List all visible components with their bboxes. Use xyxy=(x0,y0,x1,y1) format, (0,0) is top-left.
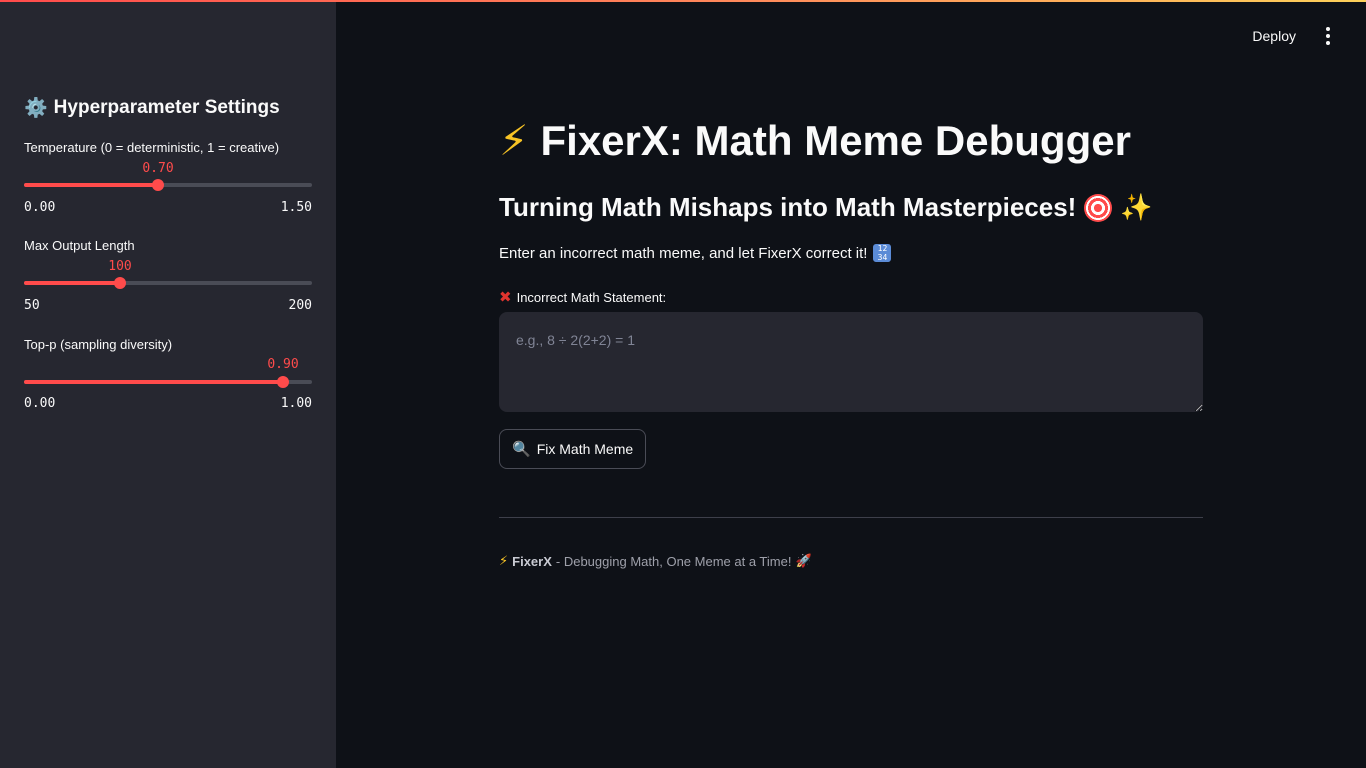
sparkles-icon: ✨ xyxy=(1120,192,1153,222)
sidebar-title: ⚙️ Hyperparameter Settings xyxy=(24,96,280,120)
page-title: ⚡ FixerX: Math Meme Debugger xyxy=(499,116,1131,165)
top-p-slider: Top-p (sampling diversity) 0.90 0.00 1.0… xyxy=(24,337,312,415)
fix-math-meme-button[interactable]: 🔍 Fix Math Meme xyxy=(499,429,647,469)
slider-value: 0.70 xyxy=(142,161,174,176)
footer-text: - Debugging Math, One Meme at a Time! xyxy=(555,553,792,569)
slider-thumb[interactable] xyxy=(277,376,289,388)
slider-min: 0.00 xyxy=(24,200,56,215)
slider-min: 0.00 xyxy=(24,396,56,411)
slider-value: 0.90 xyxy=(267,357,299,372)
deploy-button[interactable]: Deploy xyxy=(1252,24,1296,48)
fix-button-label: Fix Math Meme xyxy=(536,441,634,457)
intro-text: Enter an incorrect math meme, and let Fi… xyxy=(499,244,892,262)
lightning-icon: ⚡ xyxy=(499,117,529,164)
page-subtitle: Turning Math Mishaps into Math Masterpie… xyxy=(499,192,1153,223)
footer-brand: FixerX xyxy=(512,553,552,569)
slider-track[interactable] xyxy=(24,376,312,388)
intro-text-content: Enter an incorrect math meme, and let Fi… xyxy=(499,244,868,262)
top-decoration-bar xyxy=(0,0,1366,2)
more-vertical-icon[interactable] xyxy=(1320,27,1336,45)
statement-field-label-text: Incorrect Math Statement: xyxy=(516,289,667,305)
slider-max: 1.00 xyxy=(280,396,312,411)
max-length-slider: Max Output Length 100 50 200 xyxy=(24,238,312,316)
temperature-slider: Temperature (0 = deterministic, 1 = crea… xyxy=(24,140,312,218)
cross-mark-icon: ✖ xyxy=(499,289,512,306)
slider-thumb[interactable] xyxy=(152,179,164,191)
slider-fill xyxy=(24,380,283,384)
subtitle-text: Turning Math Mishaps into Math Masterpie… xyxy=(499,192,1077,222)
input-numbers-icon: 12 34 xyxy=(873,244,892,262)
magnifier-icon: 🔍 xyxy=(512,441,531,458)
page-title-text: FixerX: Math Meme Debugger xyxy=(540,116,1131,164)
math-statement-input[interactable] xyxy=(499,312,1203,412)
slider-max: 200 xyxy=(288,298,312,313)
slider-track[interactable] xyxy=(24,277,312,289)
footer: ⚡ FixerX - Debugging Math, One Meme at a… xyxy=(499,553,812,569)
sidebar-title-text: Hyperparameter Settings xyxy=(53,97,280,118)
header-actions: Deploy xyxy=(1252,24,1336,48)
slider-fill xyxy=(24,281,120,285)
statement-field-label: ✖ Incorrect Math Statement: xyxy=(499,288,666,306)
gear-icon: ⚙️ xyxy=(24,98,48,119)
sidebar: ⚙️ Hyperparameter Settings Temperature (… xyxy=(0,0,336,768)
divider xyxy=(499,517,1203,518)
slider-min: 50 xyxy=(24,298,40,313)
slider-track[interactable] xyxy=(24,179,312,191)
slider-fill xyxy=(24,183,158,187)
slider-label: Temperature (0 = deterministic, 1 = crea… xyxy=(24,140,280,155)
target-icon xyxy=(1084,193,1113,222)
slider-label: Max Output Length xyxy=(24,238,135,253)
slider-label: Top-p (sampling diversity) xyxy=(24,337,173,352)
lightning-icon: ⚡ xyxy=(499,553,509,568)
slider-thumb[interactable] xyxy=(114,277,126,289)
slider-value: 100 xyxy=(108,259,132,274)
slider-max: 1.50 xyxy=(280,200,312,215)
rocket-icon: 🚀 xyxy=(795,553,812,568)
